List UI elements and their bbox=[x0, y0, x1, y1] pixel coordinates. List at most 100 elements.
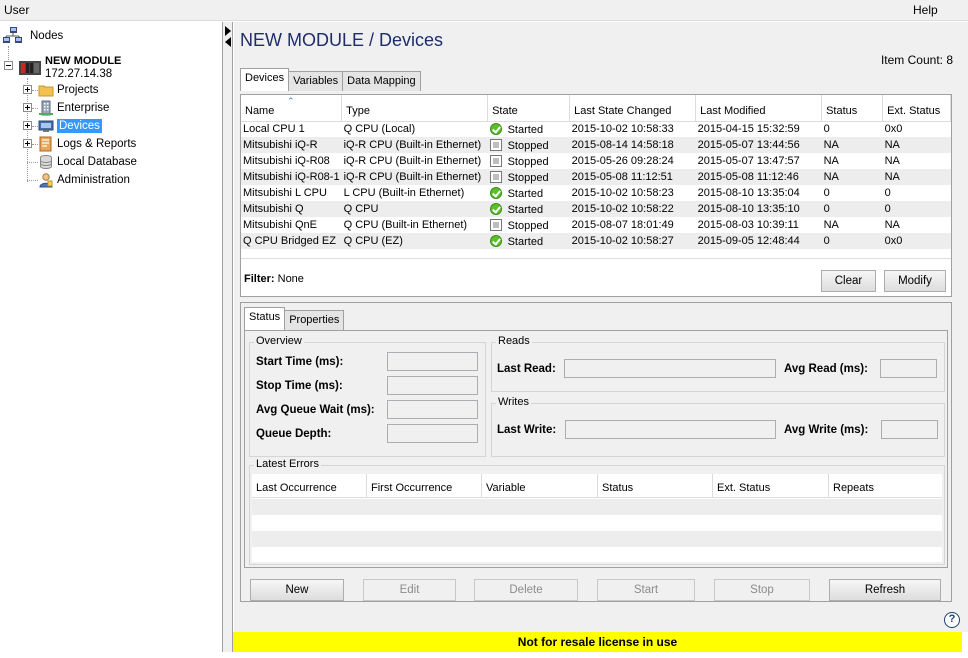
state-label: Stopped bbox=[507, 171, 549, 184]
last-state-changed-cell: 2015-08-14 14:58:18 bbox=[569, 137, 696, 153]
expand-arrow-icon[interactable] bbox=[225, 26, 231, 36]
errors-empty-row bbox=[252, 499, 942, 515]
tab-variables[interactable]: Variables bbox=[288, 71, 344, 91]
state-label: Stopped bbox=[507, 155, 549, 168]
overview-group: Overview Start Time (ms): Stop Time (ms)… bbox=[249, 335, 486, 457]
tab-data-mapping[interactable]: Data Mapping bbox=[342, 71, 421, 91]
table-row[interactable]: Local CPU 1 Q CPU (Local) Started 2015-10-0… bbox=[241, 121, 951, 137]
table-row[interactable]: Mitsubishi QQ CPU Started 2015-10-02 10:58… bbox=[241, 201, 951, 217]
expand-toggle[interactable] bbox=[23, 103, 32, 112]
column-header-error-status[interactable]: Status bbox=[598, 474, 713, 497]
expand-toggle[interactable] bbox=[23, 85, 32, 94]
devices-icon bbox=[38, 118, 54, 134]
expand-toggle[interactable] bbox=[23, 139, 32, 148]
device-type-cell: Q CPU (Built-in Ethernet) bbox=[343, 219, 468, 231]
column-header-last-modified[interactable]: Last Modified bbox=[695, 95, 823, 122]
refresh-button[interactable]: Refresh bbox=[829, 579, 941, 601]
column-header-last-state-changed[interactable]: Last State Changed bbox=[569, 95, 697, 122]
panel-splitter[interactable] bbox=[223, 22, 233, 652]
new-button[interactable]: New bbox=[250, 579, 344, 601]
device-state-cell: Started bbox=[487, 233, 570, 249]
folder-icon bbox=[38, 82, 54, 98]
tree-root-nodes[interactable]: Nodes bbox=[2, 27, 63, 45]
column-header-last-occurrence[interactable]: Last Occurrence bbox=[252, 474, 367, 497]
tree-item-projects[interactable]: Projects bbox=[38, 81, 99, 99]
tab-status[interactable]: Status bbox=[244, 307, 286, 330]
column-header-name[interactable]: Name ⌃ bbox=[241, 95, 343, 122]
table-row[interactable]: Mitsubishi iQ-R08-1 iQ-R CPU (Built-in Et… bbox=[241, 169, 951, 185]
menu-user[interactable]: User bbox=[4, 3, 29, 17]
devices-table-body: Local CPU 1 Q CPU (Local) Started 2015-10-0… bbox=[241, 121, 951, 249]
module-ip: 172.27.14.38 bbox=[45, 68, 113, 80]
clear-filter-button[interactable]: Clear bbox=[821, 270, 876, 292]
errors-empty-row bbox=[252, 531, 942, 547]
bottom-tab-strip: Status Properties bbox=[244, 307, 345, 330]
last-modified-cell: 2015-08-10 13:35:10 bbox=[695, 201, 822, 217]
device-type-cell: L CPU (Built-in Ethernet) bbox=[343, 187, 465, 199]
table-row[interactable]: Mitsubishi iQ-R08 iQ-R CPU (Built-in Ethe… bbox=[241, 153, 951, 169]
column-header-state[interactable]: State bbox=[487, 95, 571, 122]
started-check-icon bbox=[489, 122, 502, 135]
reads-legend: Reads bbox=[496, 335, 532, 347]
edit-button[interactable]: Edit bbox=[363, 579, 456, 601]
column-header-error-ext-status[interactable]: Ext. Status bbox=[713, 474, 829, 497]
column-label: Name bbox=[245, 104, 275, 117]
menu-help[interactable]: Help bbox=[913, 3, 938, 17]
table-row[interactable]: Mitsubishi QnE Q CPU (Built-in Ethernet) S… bbox=[241, 217, 951, 233]
column-header-first-occurrence[interactable]: First Occurrence bbox=[367, 474, 482, 497]
collapse-arrow-icon[interactable] bbox=[225, 37, 231, 47]
tree-line bbox=[8, 46, 9, 62]
tab-properties[interactable]: Properties bbox=[284, 310, 345, 330]
tree-module[interactable]: NEW MODULE 172.27.14.38 bbox=[18, 53, 121, 83]
modify-filter-button[interactable]: Modify bbox=[884, 270, 946, 292]
last-state-changed-cell: 2015-08-07 18:01:49 bbox=[571, 219, 674, 231]
column-header-variable[interactable]: Variable bbox=[482, 474, 598, 497]
table-row[interactable]: Mitsubishi L CPU L CPU (Built-in Ethernet… bbox=[241, 185, 951, 201]
device-type-cell: iQ-R CPU (Built-in Ethernet) bbox=[341, 137, 488, 153]
filter-area: Filter: None bbox=[244, 273, 304, 285]
table-row[interactable]: Mitsubishi iQ-R iQ-R CPU (Built-in Ethern… bbox=[241, 137, 951, 153]
last-state-changed-cell: 2015-05-26 09:28:24 bbox=[571, 155, 674, 167]
state-label: Started bbox=[507, 123, 544, 136]
device-ext-status-cell: 0 bbox=[884, 187, 891, 199]
network-nodes-icon bbox=[2, 26, 24, 46]
tree-item-logs-reports[interactable]: Logs & Reports bbox=[38, 135, 136, 153]
column-header-status[interactable]: Status bbox=[821, 95, 884, 122]
device-status-cell: 0 bbox=[823, 123, 830, 136]
expand-toggle[interactable] bbox=[23, 121, 32, 130]
tree-item-administration[interactable]: Administration bbox=[38, 171, 130, 189]
device-name-cell: Local CPU 1 bbox=[243, 123, 305, 136]
latest-errors-table: Last Occurrence First Occurrence Variabl… bbox=[252, 474, 942, 562]
last-modified-cell: 2015-08-10 13:35:04 bbox=[697, 187, 800, 199]
table-row[interactable]: Q CPU Bridged EZ Q CPU (EZ) Started 2015-10… bbox=[241, 233, 951, 249]
devices-table: Name ⌃ Type State Last State Changed Las… bbox=[241, 95, 951, 249]
last-modified-cell: 2015-05-07 13:44:56 bbox=[695, 137, 822, 153]
stop-button[interactable]: Stop bbox=[714, 579, 810, 601]
tab-devices[interactable]: Devices bbox=[240, 68, 290, 91]
collapse-toggle[interactable] bbox=[4, 61, 13, 70]
delete-button[interactable]: Delete bbox=[474, 579, 578, 601]
writes-legend: Writes bbox=[496, 396, 531, 408]
tree-item-label: Logs & Reports bbox=[57, 138, 137, 150]
avg-read-label: Avg Read (ms): bbox=[784, 363, 868, 375]
help-icon[interactable]: ? bbox=[944, 612, 960, 628]
writes-group: Writes Last Write: Avg Write (ms): bbox=[491, 396, 945, 457]
tree-item-enterprise[interactable]: Enterprise bbox=[38, 99, 109, 117]
devices-table-panel: Name ⌃ Type State Last State Changed Las… bbox=[240, 94, 952, 297]
column-header-repeats[interactable]: Repeats bbox=[829, 474, 942, 497]
filter-value: None bbox=[277, 273, 304, 285]
tree-item-devices[interactable]: Devices bbox=[38, 117, 102, 135]
last-read-field bbox=[564, 359, 776, 378]
tree-item-local-database[interactable]: Local Database bbox=[38, 153, 137, 171]
last-state-changed-cell: 2015-10-02 10:58:22 bbox=[569, 201, 696, 217]
device-state-cell: Stopped bbox=[487, 137, 570, 153]
device-name-cell: Mitsubishi QnE bbox=[243, 219, 317, 231]
start-button[interactable]: Start bbox=[597, 579, 695, 601]
device-name-cell: Mitsubishi iQ-R bbox=[241, 137, 342, 153]
column-header-type[interactable]: Type bbox=[341, 95, 489, 122]
start-time-field bbox=[387, 352, 478, 371]
column-header-ext-status[interactable]: Ext. Status bbox=[882, 95, 951, 122]
device-name-cell: Mitsubishi iQ-R08-1 bbox=[241, 169, 342, 185]
tree-line bbox=[27, 162, 38, 163]
device-state-cell: Stopped bbox=[487, 169, 570, 185]
